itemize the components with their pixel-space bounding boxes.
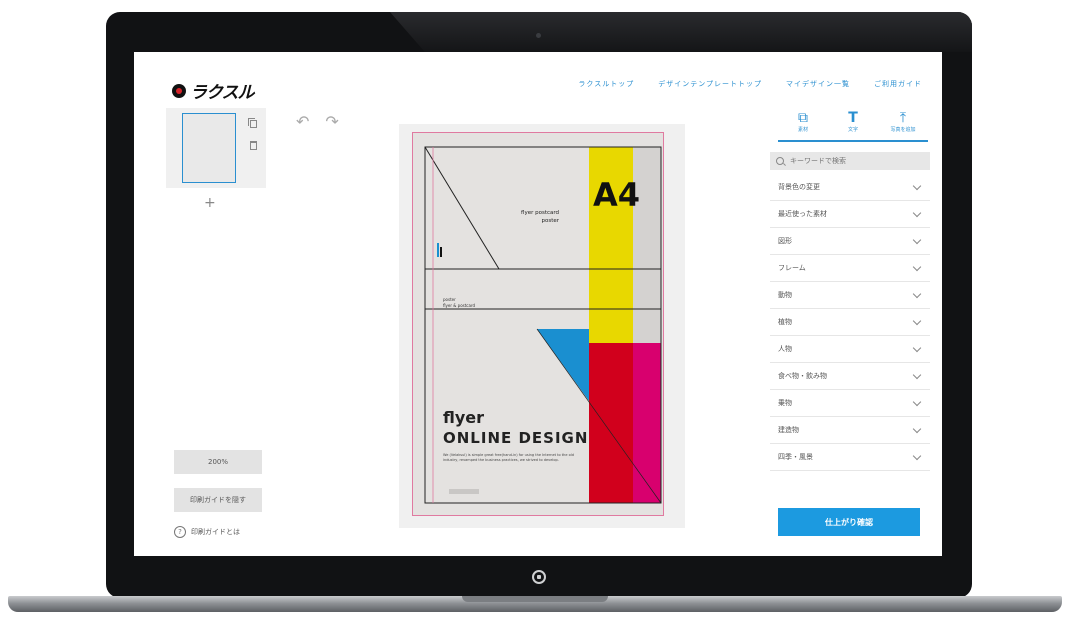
category-item[interactable]: 建造物 — [770, 417, 930, 444]
poster-small-text: poster flyer & postcard — [443, 297, 475, 309]
search-icon — [776, 157, 784, 165]
poster-body-text: We (Velaksul) is simple great free(hand-… — [443, 453, 574, 462]
print-guide-help-label: 印刷ガイドとは — [191, 528, 240, 536]
category-item[interactable]: 四季・風景 — [770, 444, 930, 471]
confirm-finish-button[interactable]: 仕上がり確認 — [778, 508, 920, 536]
redo-icon[interactable]: ↷ — [325, 112, 338, 131]
tool-tabs: ⧉ 素材 T 文字 ⤒ 写真を追加 — [778, 110, 928, 142]
nav-link-template-top[interactable]: デザインテンプレートトップ — [658, 79, 762, 89]
category-item[interactable]: 背景色の変更 — [770, 174, 930, 201]
webcam — [536, 33, 541, 38]
chevron-down-icon — [912, 424, 922, 433]
category-label: フレーム — [778, 264, 806, 272]
hide-print-guide-button[interactable]: 印刷ガイドを隠す — [174, 488, 262, 512]
category-label: 食べ物・飲み物 — [778, 372, 827, 380]
category-list: 背景色の変更 最近使った素材 図形 フレーム 動物 植物 人物 食べ物・飲み物 … — [770, 174, 930, 471]
shape-icon: ⧉ — [798, 110, 808, 126]
laptop-logo-icon — [532, 570, 546, 584]
undo-icon[interactable]: ↶ — [296, 112, 309, 131]
top-nav: ラクスルトップ デザインテンプレートトップ マイデザイン一覧 ご利用ガイド — [578, 79, 922, 89]
chevron-down-icon — [912, 262, 922, 271]
lid-reflection — [390, 12, 972, 52]
poster-subtitle: flyer postcard poster — [521, 209, 559, 225]
print-guide-help-link[interactable]: ? 印刷ガイドとは — [174, 526, 240, 538]
poster-footer-bar — [449, 489, 479, 494]
material-search[interactable] — [770, 152, 930, 170]
search-input[interactable] — [790, 157, 910, 165]
laptop-notch — [462, 596, 608, 602]
chevron-down-icon — [912, 235, 922, 244]
chevron-down-icon — [912, 181, 922, 190]
trash-icon[interactable] — [250, 141, 257, 150]
zoom-level[interactable]: 200% — [174, 450, 262, 474]
category-item[interactable]: 動物 — [770, 282, 930, 309]
chevron-down-icon — [912, 451, 922, 460]
poster-subtitle-line1: flyer postcard — [521, 210, 560, 216]
chevron-down-icon — [912, 208, 922, 217]
upload-icon: ⤒ — [899, 110, 907, 126]
tab-text-label: 文字 — [847, 127, 858, 133]
poster-a4-text: A4 — [593, 176, 641, 214]
chevron-down-icon — [912, 316, 922, 325]
app-screen: ラクスル ラクスルトップ デザインテンプレートトップ マイデザイン一覧 ご利用ガ… — [134, 52, 942, 556]
category-label: 四季・風景 — [778, 453, 813, 461]
category-label: 乗物 — [778, 399, 792, 407]
category-item[interactable]: 乗物 — [770, 390, 930, 417]
category-label: 人物 — [778, 345, 792, 353]
category-label: 背景色の変更 — [778, 183, 820, 191]
poster-small-line2: flyer & postcard — [443, 303, 476, 308]
poster-canvas[interactable]: A4 flyer postcard poster poster flyer & … — [412, 132, 664, 516]
poster-subtitle-line2: poster — [541, 218, 560, 224]
category-label: 動物 — [778, 291, 792, 299]
nav-link-my-designs[interactable]: マイデザイン一覧 — [786, 79, 850, 89]
poster-diagonal-top — [424, 146, 500, 270]
logo-mark-icon — [172, 83, 186, 98]
chevron-down-icon — [912, 289, 922, 298]
poster-flyer-text: flyer — [443, 408, 485, 427]
category-item[interactable]: 最近使った素材 — [770, 201, 930, 228]
chevron-down-icon — [912, 370, 922, 379]
category-item[interactable]: 図形 — [770, 228, 930, 255]
category-item[interactable]: フレーム — [770, 255, 930, 282]
undo-redo-group: ↶ ↷ — [296, 112, 339, 131]
chevron-down-icon — [912, 343, 922, 352]
category-label: 図形 — [778, 237, 792, 245]
help-icon: ? — [174, 526, 186, 538]
logo-text: ラクスル — [190, 83, 254, 103]
tab-text[interactable]: T 文字 — [833, 110, 873, 140]
tab-materials-label: 素材 — [797, 127, 808, 133]
nav-link-guide[interactable]: ご利用ガイド — [874, 79, 922, 89]
poster-title: ONLINE DESIGN — [443, 429, 589, 447]
tab-materials[interactable]: ⧉ 素材 — [783, 110, 823, 140]
category-label: 最近使った素材 — [778, 210, 827, 218]
copy-icon[interactable] — [248, 118, 257, 128]
category-label: 植物 — [778, 318, 792, 326]
poster-red-band — [589, 343, 633, 503]
poster-accent-blue — [437, 243, 439, 257]
poster-magenta-band — [633, 343, 661, 503]
page-thumbnail[interactable] — [182, 113, 236, 183]
poster-accent-black — [440, 247, 442, 257]
chevron-down-icon — [912, 397, 922, 406]
category-item[interactable]: 人物 — [770, 336, 930, 363]
nav-link-raksul-top[interactable]: ラクスルトップ — [578, 79, 634, 89]
category-item[interactable]: 食べ物・飲み物 — [770, 363, 930, 390]
raksul-logo[interactable]: ラクスル — [172, 78, 254, 103]
tab-add-photo[interactable]: ⤒ 写真を追加 — [883, 110, 923, 140]
add-page-button[interactable]: + — [204, 196, 216, 210]
text-icon: T — [848, 110, 858, 126]
category-label: 建造物 — [778, 426, 799, 434]
category-item[interactable]: 植物 — [770, 309, 930, 336]
pages-panel — [166, 108, 266, 188]
tab-add-photo-label: 写真を追加 — [890, 127, 916, 133]
